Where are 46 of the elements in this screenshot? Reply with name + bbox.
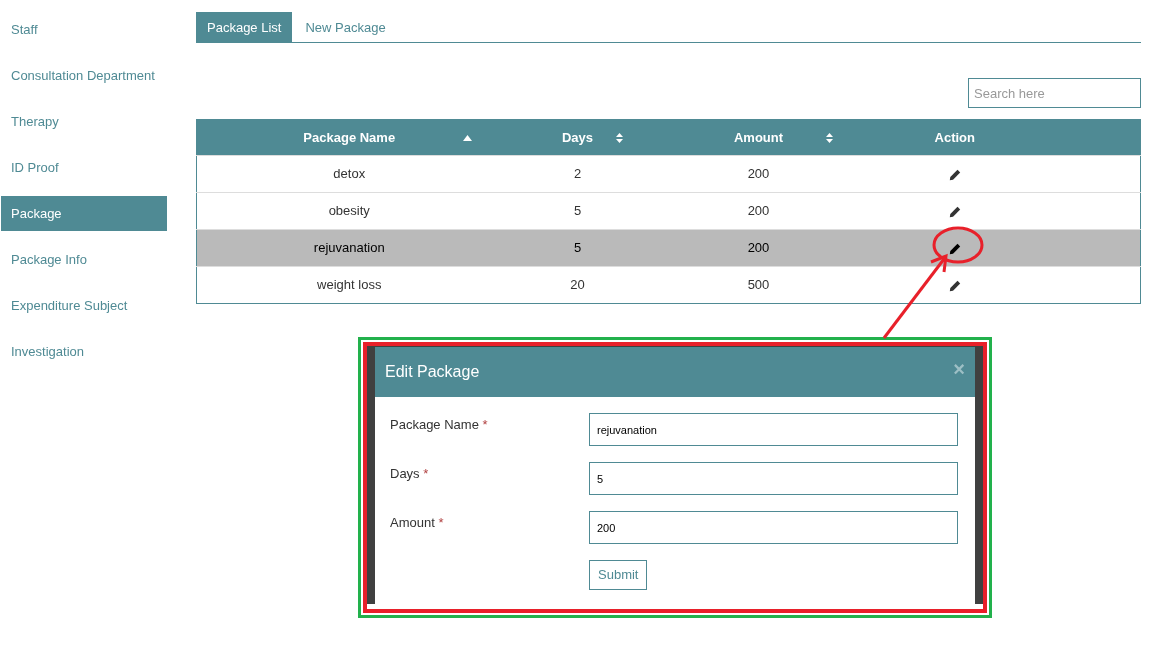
column-header[interactable]: Package Name (196, 119, 502, 156)
field-label: Package Name * (390, 416, 489, 434)
tab[interactable]: New Package (292, 12, 399, 43)
input-field[interactable]: 5 (589, 462, 958, 495)
table-cell: 200 (747, 166, 770, 182)
sort-icon[interactable] (824, 133, 834, 143)
field-label: Days * (390, 465, 430, 483)
tab[interactable]: Package List (196, 12, 293, 43)
column-header[interactable]: Days (501, 119, 654, 156)
search-field[interactable]: Search here (968, 78, 1141, 108)
sidebar-item[interactable]: Package Info (1, 242, 167, 277)
sidebar-item[interactable]: Therapy (1, 104, 167, 139)
sidebar-item[interactable]: Staff (1, 12, 167, 47)
sidebar-item[interactable]: Package (1, 196, 167, 231)
column-header[interactable]: Action (863, 119, 1141, 156)
pencil-icon[interactable] (948, 242, 961, 255)
pencil-icon[interactable] (948, 205, 961, 218)
table-row[interactable]: detox 2 200 (196, 155, 1141, 193)
field-label: Amount * (390, 514, 445, 532)
input-field[interactable]: rejuvanation (589, 413, 958, 446)
pencil-icon[interactable] (948, 168, 961, 181)
sidebar-item[interactable]: Consultation Department (1, 58, 167, 93)
annotation-circle (932, 226, 984, 264)
table-cell: rejuvanation (313, 240, 385, 256)
column-header[interactable]: Amount (653, 119, 864, 156)
table-cell: weight loss (317, 277, 382, 293)
table-cell: obesity (328, 203, 370, 219)
table-cell: 200 (747, 203, 770, 219)
sort-icon[interactable] (614, 133, 624, 143)
table-cell: detox (333, 166, 366, 182)
input-field[interactable]: 200 (589, 511, 958, 544)
pencil-icon[interactable] (948, 279, 961, 292)
table-cell: 500 (747, 277, 770, 293)
sidebar-item[interactable]: Investigation (1, 334, 167, 369)
table-cell: 20 (570, 277, 585, 293)
table-cell: 5 (573, 203, 582, 219)
table-cell: 5 (573, 240, 582, 256)
sidebar-item[interactable]: ID Proof (1, 150, 167, 185)
table-cell: 2 (573, 166, 582, 182)
sidebar-item[interactable]: Expenditure Subject (1, 288, 167, 323)
table-cell: 200 (747, 240, 770, 256)
table-row[interactable]: obesity 5 200 (196, 192, 1141, 230)
submit-button[interactable]: Submit (589, 560, 648, 590)
dialog-title: Edit Package (385, 362, 480, 382)
table-row[interactable]: weight loss 20 500 (196, 266, 1141, 304)
sort-ascending-icon[interactable] (462, 135, 472, 141)
